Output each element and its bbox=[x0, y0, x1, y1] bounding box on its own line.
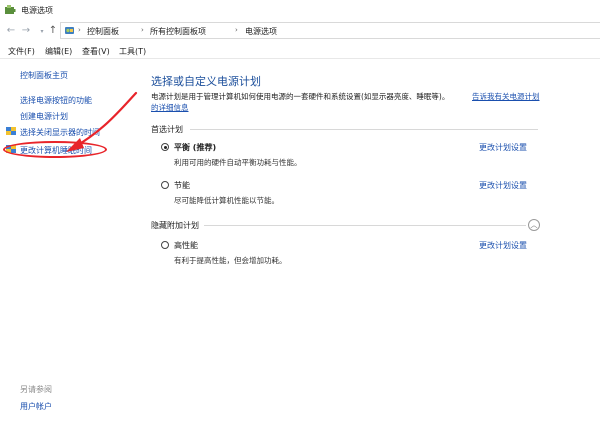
power-saver-plan-name[interactable]: 节能 bbox=[174, 180, 190, 191]
section-divider bbox=[190, 129, 538, 130]
user-accounts-link[interactable]: 用户帐户 bbox=[20, 401, 52, 412]
high-performance-plan-description: 有利于提高性能，但会增加功耗。 bbox=[174, 256, 287, 265]
menu-view[interactable]: 查看(V) bbox=[82, 46, 110, 57]
shield-display-icon bbox=[6, 127, 16, 135]
balanced-plan-name[interactable]: 平衡 (推荐) bbox=[174, 142, 216, 153]
high-performance-change-settings-link[interactable]: 更改计划设置 bbox=[479, 240, 527, 251]
annotation-highlight-oval bbox=[3, 141, 107, 158]
forward-arrow-icon[interactable]: → bbox=[20, 25, 32, 37]
balanced-plan-description: 利用可用的硬件自动平衡功耗与性能。 bbox=[174, 158, 302, 167]
breadcrumb-separator: › bbox=[235, 26, 238, 34]
high-performance-plan-name[interactable]: 高性能 bbox=[174, 240, 198, 251]
balanced-radio[interactable] bbox=[161, 143, 169, 151]
section-divider bbox=[204, 225, 526, 226]
window-title: 电源选项 bbox=[21, 6, 53, 15]
sidebar-item-display-off-time[interactable]: 选择关闭显示器的时间 bbox=[20, 127, 100, 138]
menu-file[interactable]: 文件(F) bbox=[8, 46, 35, 57]
up-arrow-icon[interactable]: ↑ bbox=[47, 25, 59, 37]
title-bar bbox=[0, 0, 600, 20]
breadcrumb-power-options[interactable]: 电源选项 bbox=[245, 26, 277, 37]
page-description: 电源计划是用于管理计算机如何使用电源的一套硬件和系统设置(如显示器亮度、睡眠等)… bbox=[151, 92, 450, 101]
breadcrumb-control-panel[interactable]: 控制面板 bbox=[87, 26, 119, 37]
control-panel-icon bbox=[65, 27, 74, 34]
power-saver-plan-description: 尽可能降低计算机性能以节能。 bbox=[174, 196, 279, 205]
page-title: 选择或自定义电源计划 bbox=[151, 75, 261, 88]
breadcrumb-separator: › bbox=[141, 26, 144, 34]
sidebar-item-create-plan[interactable]: 创建电源计划 bbox=[20, 111, 68, 122]
balanced-change-settings-link[interactable]: 更改计划设置 bbox=[479, 142, 527, 153]
menu-tools[interactable]: 工具(T) bbox=[119, 46, 146, 57]
power-plan-info-link-continued[interactable]: 的详细信息 bbox=[151, 102, 189, 113]
collapse-chevron-icon[interactable]: ︿ bbox=[528, 219, 540, 231]
hidden-plans-header: 隐藏附加计划 bbox=[151, 221, 199, 230]
breadcrumb-separator: › bbox=[78, 26, 81, 34]
power-plan-info-link[interactable]: 告诉我有关电源计划 bbox=[472, 91, 540, 102]
breadcrumb-all-items[interactable]: 所有控制面板项 bbox=[150, 26, 206, 37]
sidebar-item-control-panel-home[interactable]: 控制面板主页 bbox=[20, 70, 68, 81]
power-saver-radio[interactable] bbox=[161, 181, 169, 189]
preferred-plans-header: 首选计划 bbox=[151, 125, 183, 134]
high-performance-radio[interactable] bbox=[161, 241, 169, 249]
back-arrow-icon[interactable]: ← bbox=[5, 25, 17, 37]
sidebar-item-power-button[interactable]: 选择电源按钮的功能 bbox=[20, 95, 92, 106]
power-options-icon bbox=[5, 5, 16, 14]
see-also-label: 另请参阅 bbox=[20, 385, 52, 394]
power-saver-change-settings-link[interactable]: 更改计划设置 bbox=[479, 180, 527, 191]
menu-edit[interactable]: 编辑(E) bbox=[45, 46, 72, 57]
